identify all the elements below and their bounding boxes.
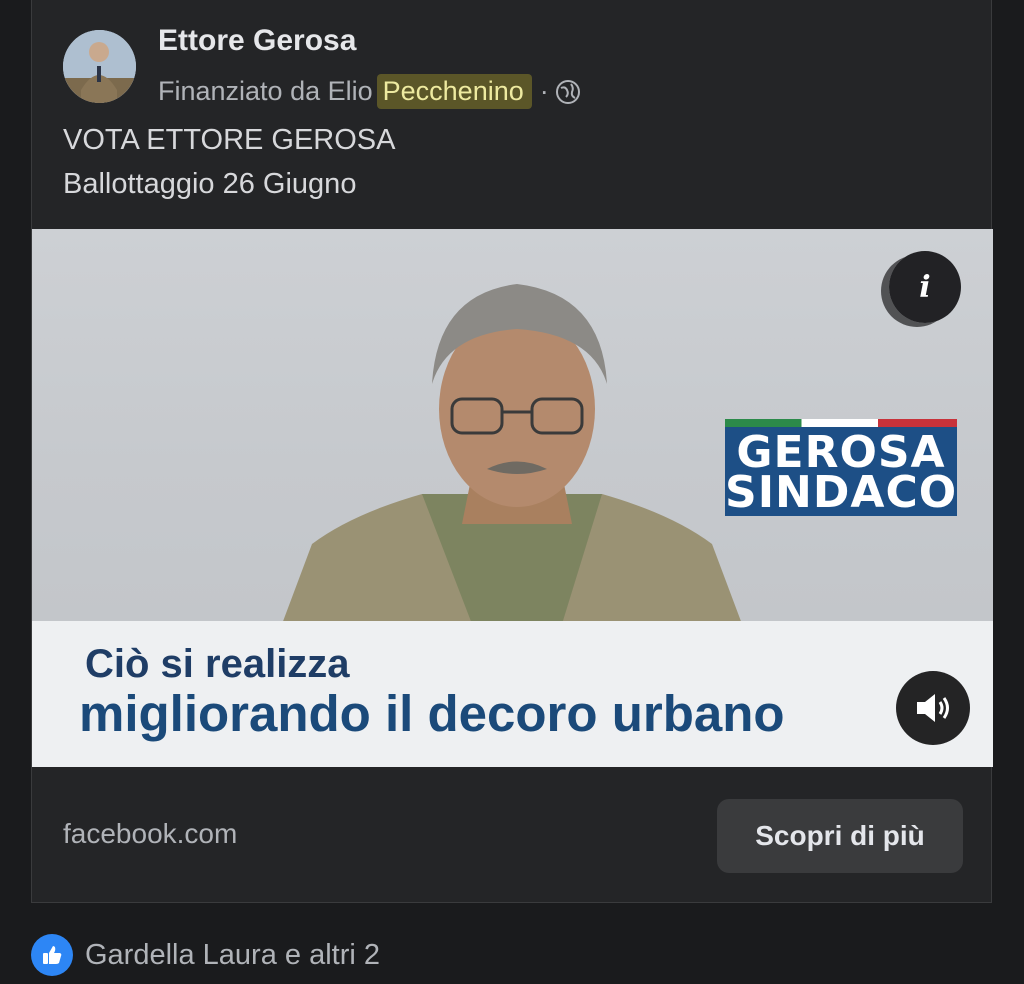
speaker-figure (282, 284, 742, 624)
subtitle-line-1: Ciò si realizza (85, 642, 350, 686)
sponsor-line: Finanziato da Elio Pecchenino · (158, 74, 581, 109)
speaker-icon[interactable] (896, 671, 970, 745)
avatar-photo (63, 30, 136, 103)
sponsor-highlight: Pecchenino (376, 74, 532, 109)
feed-page: Ettore Gerosa Finanziato da Elio Pecchen… (0, 0, 1024, 984)
sponsor-prefix: Finanziato da Elio (158, 76, 373, 106)
globe-icon (555, 79, 581, 105)
link-domain[interactable]: facebook.com (63, 818, 237, 850)
info-icon[interactable]: i (889, 251, 961, 323)
caption-line-1: VOTA ETTORE GEROSA (63, 124, 396, 156)
sponsored-post-card: Ettore Gerosa Finanziato da Elio Pecchen… (31, 0, 993, 903)
learn-more-button[interactable]: Scopri di più (717, 799, 963, 873)
video-player[interactable]: GEROSA SINDACO Ciò si realizza miglioran… (32, 229, 993, 767)
post-caption: VOTA ETTORE GEROSA Ballottaggio 26 Giugn… (63, 118, 396, 206)
avatar[interactable] (63, 30, 136, 103)
page-name[interactable]: Ettore Gerosa (158, 24, 356, 58)
separator-dot: · (539, 76, 549, 106)
reactions-summary[interactable]: Gardella Laura e altri 2 (31, 934, 380, 976)
flag-stripe (725, 419, 957, 427)
subtitle-line-2: migliorando il decoro urbano (79, 685, 785, 742)
campaign-logo: GEROSA SINDACO (725, 419, 957, 516)
caption-line-2: Ballottaggio 26 Giugno (63, 168, 357, 200)
logo-line-2: SINDACO (725, 467, 958, 518)
reactions-text: Gardella Laura e altri 2 (85, 938, 380, 971)
thumbs-up-icon (31, 934, 73, 976)
